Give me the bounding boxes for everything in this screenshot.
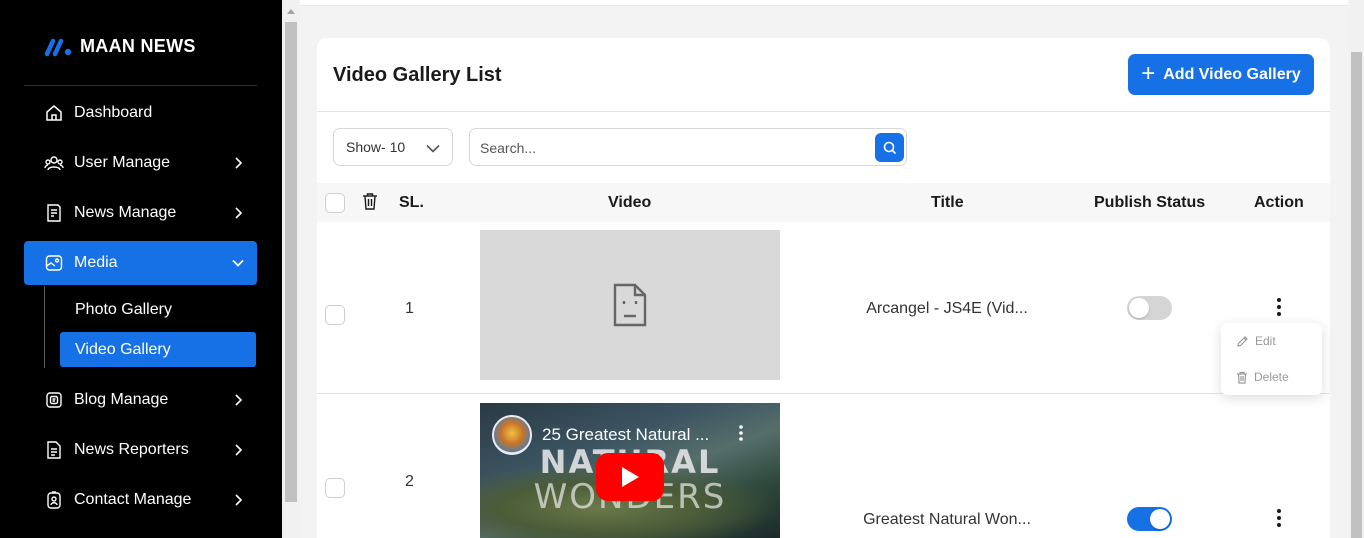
toggle-knob (1150, 509, 1170, 529)
show-entries-select[interactable]: Show- 10 (333, 128, 453, 166)
trash-icon (1237, 371, 1247, 384)
publish-status-toggle[interactable] (1127, 296, 1172, 320)
scrollbar-thumb[interactable] (1351, 52, 1362, 538)
column-header-title: Title (931, 194, 964, 211)
toggle-knob (1129, 298, 1149, 318)
show-entries-value: Show- 10 (346, 139, 406, 155)
submenu-line (44, 286, 45, 368)
chevron-right-icon (231, 393, 245, 407)
scrollbar-thumb[interactable] (285, 22, 297, 502)
sidebar-item-user-manage[interactable]: User Manage (24, 141, 257, 185)
sidebar-item-label: News Manage (74, 204, 177, 221)
youtube-more-icon[interactable] (738, 425, 744, 446)
row-checkbox[interactable] (325, 305, 345, 325)
row-title: Arcangel - JS4E (Vid... (866, 300, 1028, 317)
youtube-video-title[interactable]: 25 Greatest Natural ... (542, 425, 709, 445)
select-all-checkbox[interactable] (325, 193, 345, 213)
sidebar-item-label: Dashboard (74, 104, 153, 121)
document-icon (44, 440, 64, 460)
search-input[interactable] (480, 138, 870, 158)
contact-icon (44, 490, 64, 510)
blog-icon (44, 390, 64, 410)
scroll-up-arrow-icon[interactable] (287, 9, 295, 14)
search-button[interactable] (875, 133, 904, 162)
brand-name: MAAN NEWS (80, 36, 196, 56)
table-row: 2 NATURAL WONDERS 25 Greatest Natural ..… (317, 395, 1330, 538)
edit-menu-item[interactable]: Edit (1236, 334, 1276, 348)
sidebar-item-label: Media (74, 254, 118, 271)
sidebar-item-label: Blog Manage (74, 391, 169, 408)
chevron-down-icon (426, 140, 440, 156)
chevron-right-icon (231, 493, 245, 507)
sidebar-scrollbar[interactable] (282, 0, 300, 538)
sidebar-subitem-video-gallery[interactable]: Video Gallery (60, 332, 256, 367)
row-sl: 2 (405, 473, 414, 490)
sidebar-item-dashboard[interactable]: Dashboard (24, 91, 257, 135)
page-scrollbar[interactable] (1348, 0, 1364, 538)
column-header-action: Action (1254, 194, 1304, 211)
chevron-down-icon (231, 256, 245, 270)
sidebar-item-label: Contact Manage (74, 491, 192, 508)
search-box (469, 128, 907, 166)
sidebar-item-blog-manage[interactable]: Blog Manage (24, 378, 257, 422)
sidebar-item-label: News Reporters (74, 441, 189, 458)
row-actions-menu-icon[interactable] (1272, 507, 1286, 529)
column-header-video: Video (608, 194, 652, 211)
sidebar-item-label: User Manage (74, 154, 171, 171)
sidebar: MAAN NEWS Dashboard User Manage News Man… (0, 0, 282, 538)
add-video-gallery-button[interactable]: + Add Video Gallery (1128, 54, 1314, 95)
edit-label: Edit (1255, 334, 1276, 348)
page-title: Video Gallery List (333, 64, 502, 86)
sidebar-item-news-reporters[interactable]: News Reporters (24, 428, 257, 472)
column-header-publish-status: Publish Status (1094, 194, 1206, 211)
channel-avatar[interactable] (492, 415, 532, 455)
users-icon (44, 153, 64, 173)
trash-icon[interactable] (362, 192, 378, 215)
row-actions-menu-icon[interactable] (1272, 296, 1286, 318)
row-title: Greatest Natural Won... (863, 511, 1031, 528)
sidebar-item-media[interactable]: Media (24, 241, 257, 285)
table-row: 1 Arcangel - JS4E (Vid... (317, 222, 1330, 394)
video-gallery-card: Video Gallery List + Add Video Gallery S… (317, 38, 1330, 538)
divider (24, 85, 257, 86)
add-button-label: Add Video Gallery (1163, 65, 1301, 83)
plus-icon: + (1141, 59, 1156, 87)
card-header: Video Gallery List + Add Video Gallery (317, 38, 1330, 112)
brand-logo[interactable]: MAAN NEWS (44, 36, 196, 57)
row-sl: 1 (405, 300, 414, 317)
table-header: SL. Video Title Publish Status Action (317, 183, 1330, 222)
home-icon (44, 103, 64, 123)
row-checkbox[interactable] (325, 478, 345, 498)
chevron-right-icon (231, 443, 245, 457)
youtube-play-button[interactable] (596, 453, 664, 501)
media-icon (44, 253, 64, 273)
chevron-right-icon (231, 156, 245, 170)
delete-menu-item[interactable]: Delete (1236, 370, 1289, 384)
row-action-dropdown: Edit Delete (1221, 323, 1322, 395)
news-icon (44, 203, 64, 223)
youtube-video-embed[interactable]: NATURAL WONDERS 25 Greatest Natural ... (480, 403, 780, 538)
sidebar-subitem-photo-gallery[interactable]: Photo Gallery (60, 292, 256, 327)
sidebar-item-news-manage[interactable]: News Manage (24, 191, 257, 235)
play-icon (622, 467, 639, 487)
publish-status-toggle[interactable] (1127, 507, 1172, 531)
pencil-icon (1237, 335, 1248, 347)
chevron-right-icon (231, 206, 245, 220)
video-embed-broken[interactable] (480, 230, 780, 380)
search-icon (883, 141, 896, 154)
sidebar-item-contact-manage[interactable]: Contact Manage (24, 478, 257, 522)
broken-file-icon (613, 283, 647, 327)
delete-label: Delete (1254, 370, 1289, 384)
logo-mark-icon (44, 38, 72, 56)
column-header-sl: SL. (399, 194, 424, 211)
